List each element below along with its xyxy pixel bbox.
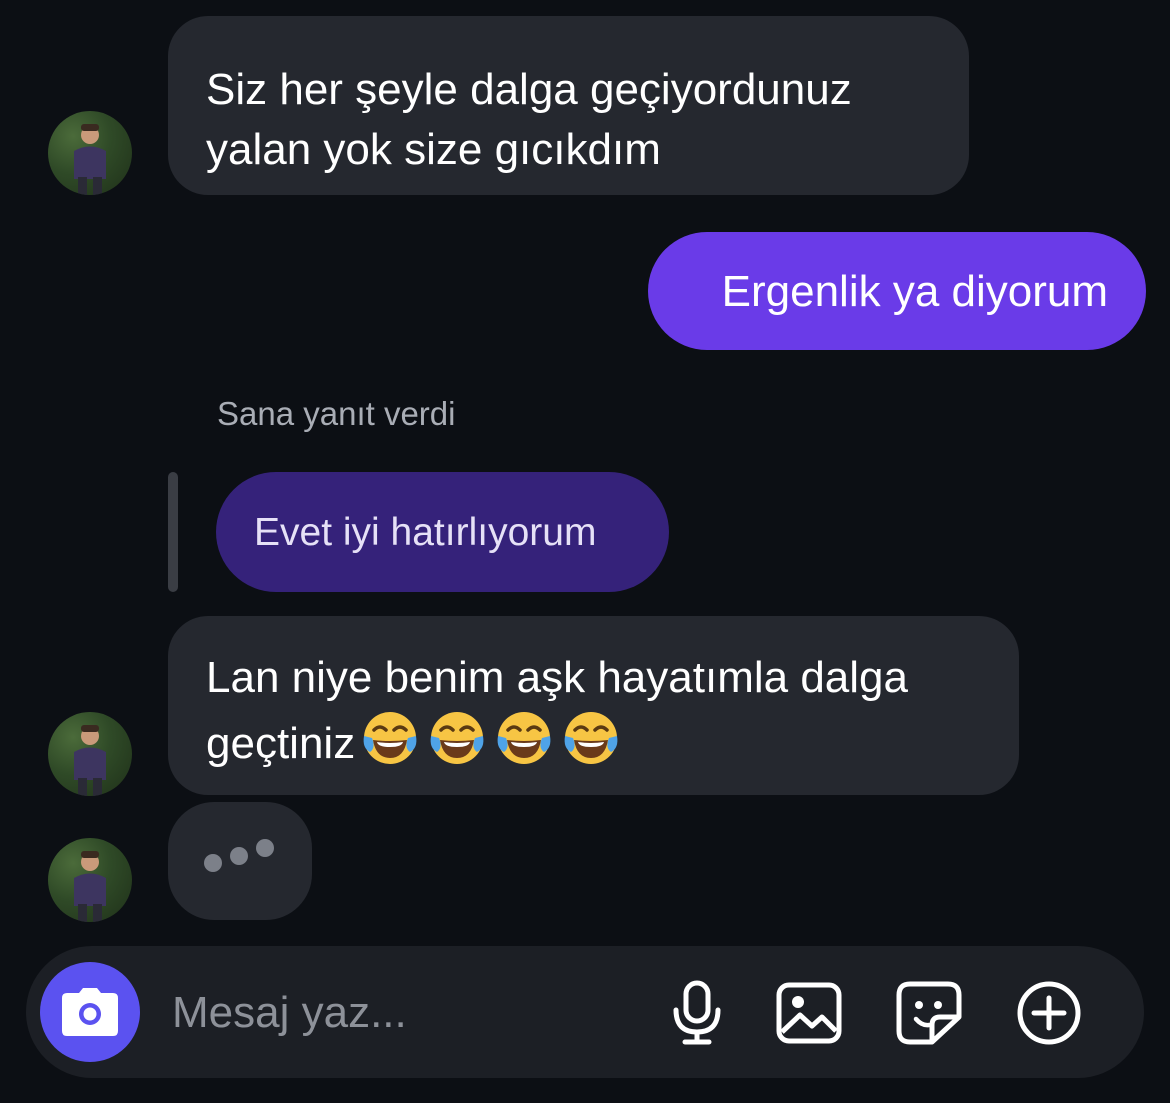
more-options-button[interactable] [1014, 978, 1084, 1048]
image-icon [776, 982, 842, 1044]
message-text: Ergenlik ya diyorum [721, 267, 1108, 316]
sticker-icon [896, 981, 962, 1045]
tears-of-joy-emoji-icon [360, 708, 420, 768]
incoming-message-bubble[interactable]: Lan niye benim aşk hayatımla dalga geçti… [168, 616, 1019, 795]
avatar[interactable] [48, 111, 132, 195]
tears-of-joy-emoji-icon [561, 708, 621, 768]
avatar-photo [74, 725, 106, 796]
reply-label: Sana yanıt verdi [217, 395, 456, 432]
avatar[interactable] [48, 838, 132, 922]
incoming-message-bubble[interactable]: Siz her şeyle dalga geçiyordunuz yalan y… [168, 16, 969, 195]
camera-icon [62, 988, 118, 1036]
reply-indicator-bar [168, 472, 178, 592]
plus-circle-icon [1017, 981, 1081, 1045]
sticker-button[interactable] [894, 978, 964, 1048]
typing-dot [204, 854, 222, 872]
message-input[interactable] [170, 978, 634, 1048]
quoted-message-bubble[interactable]: Evet iyi hatırlıyorum [216, 472, 669, 592]
avatar[interactable] [48, 712, 132, 796]
tears-of-joy-emoji-icon [427, 708, 487, 768]
avatar-photo [74, 851, 106, 922]
message-text: Siz her şeyle dalga geçiyordunuz yalan y… [206, 65, 852, 174]
outgoing-message-bubble[interactable]: Ergenlik ya diyorum [648, 232, 1146, 350]
emoji-row [355, 712, 627, 764]
message-composer [26, 946, 1144, 1078]
tears-of-joy-emoji-icon [494, 708, 554, 768]
quoted-message-text: Evet iyi hatırlıyorum [254, 511, 597, 554]
typing-dot [256, 839, 274, 857]
microphone-button[interactable] [662, 978, 732, 1048]
camera-button[interactable] [40, 962, 140, 1062]
typing-dot [230, 847, 248, 865]
microphone-icon [673, 980, 721, 1045]
gallery-button[interactable] [774, 978, 844, 1048]
avatar-photo [74, 124, 106, 195]
typing-indicator [168, 802, 312, 920]
